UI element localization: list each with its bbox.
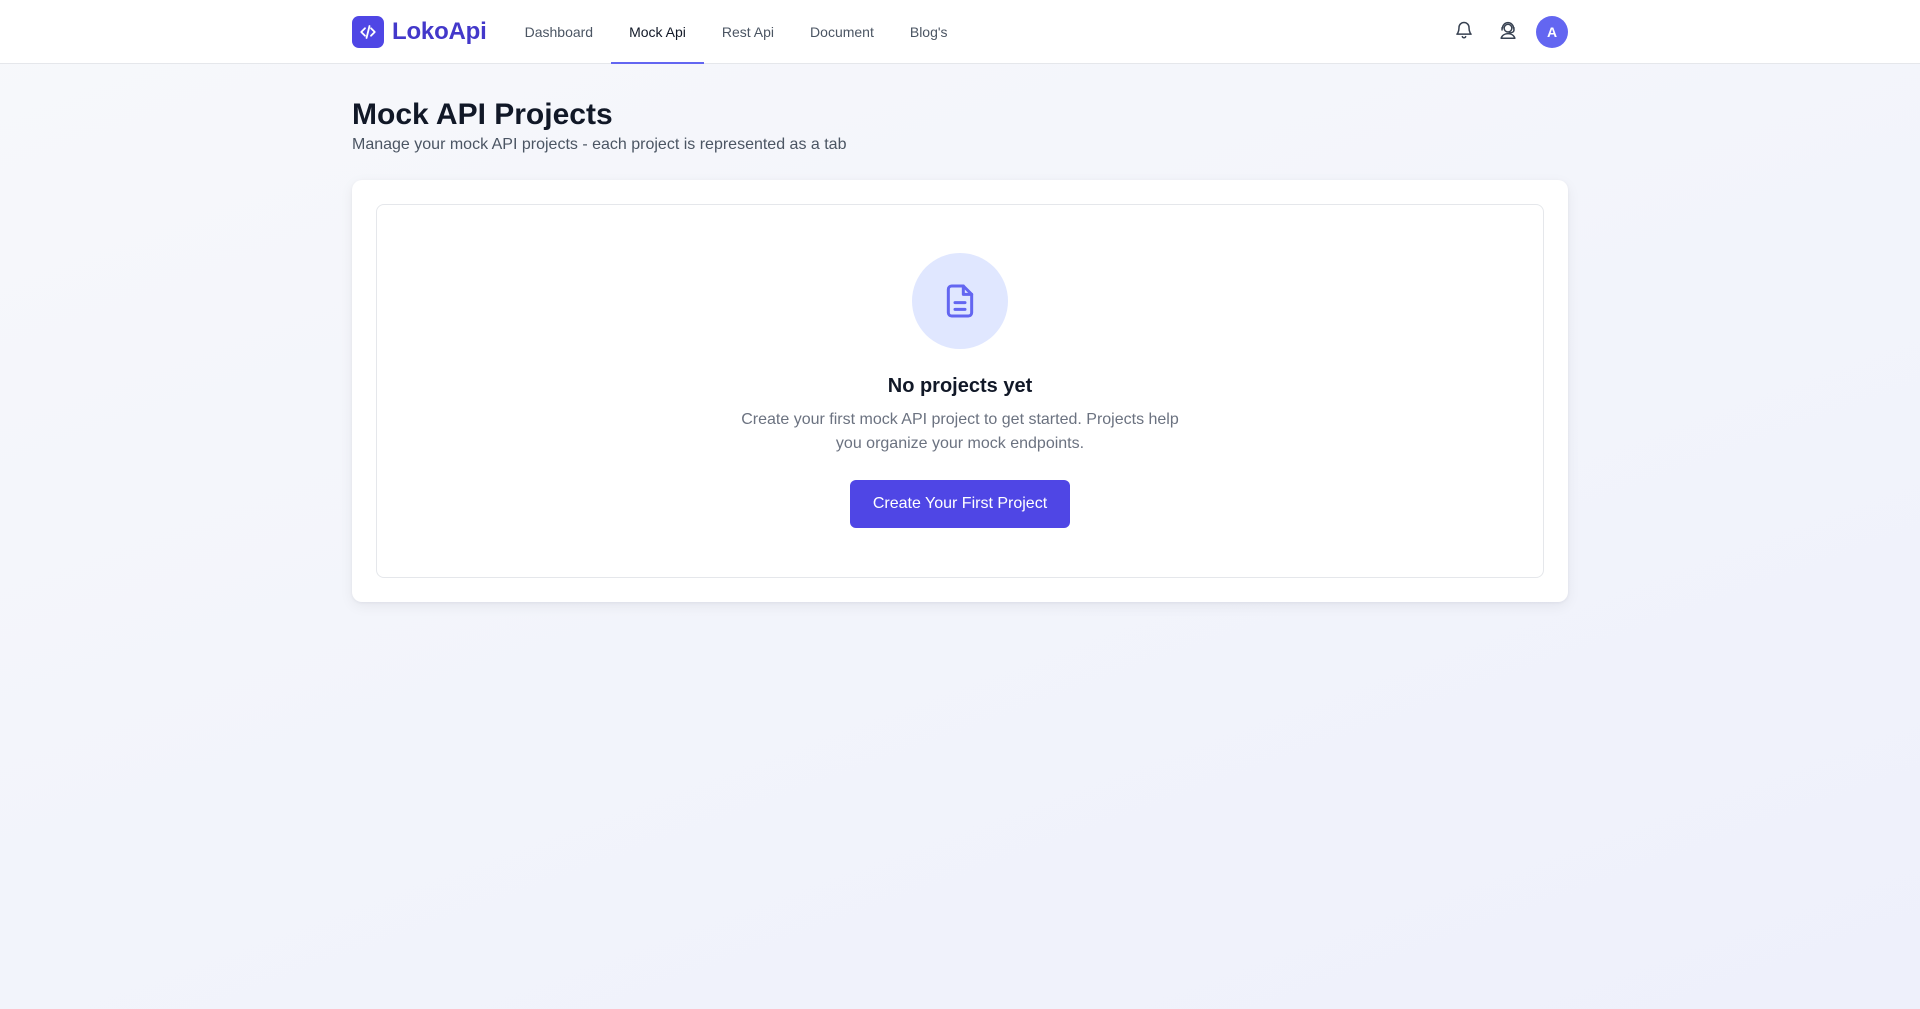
support-button[interactable]	[1492, 16, 1524, 48]
notifications-button[interactable]	[1448, 16, 1480, 48]
user-avatar[interactable]: A	[1536, 16, 1568, 48]
page-title: Mock API Projects	[352, 98, 613, 131]
top-navigation-bar: LokoApi Dashboard Mock Api Rest Api Docu…	[0, 0, 1920, 64]
nav-item-document[interactable]: Document	[792, 0, 892, 64]
brand-name: LokoApi	[392, 18, 487, 45]
nav-item-blogs[interactable]: Blog's	[892, 0, 966, 64]
create-first-project-button[interactable]: Create Your First Project	[849, 480, 1071, 528]
empty-state: No projects yet Create your first mock A…	[376, 204, 1544, 578]
code-icon	[352, 16, 384, 48]
support-agent-icon	[1497, 19, 1519, 46]
nav-item-dashboard[interactable]: Dashboard	[507, 0, 612, 64]
bell-icon	[1454, 20, 1474, 45]
projects-card: No projects yet Create your first mock A…	[352, 180, 1568, 602]
document-icon	[912, 253, 1008, 349]
empty-state-title: No projects yet	[887, 375, 1033, 397]
main-nav: Dashboard Mock Api Rest Api Document Blo…	[507, 0, 966, 64]
brand-logo[interactable]: LokoApi	[352, 16, 487, 48]
nav-item-mock-api[interactable]: Mock Api	[611, 0, 704, 64]
empty-state-description: Create your first mock API project to ge…	[741, 411, 1179, 452]
top-navigation-inner: LokoApi Dashboard Mock Api Rest Api Docu…	[352, 0, 1568, 64]
page-header: Mock API Projects Manage your mock API p…	[352, 96, 1568, 154]
header-actions: A	[1436, 16, 1568, 48]
nav-item-rest-api[interactable]: Rest Api	[704, 0, 792, 64]
page-subtitle: Manage your mock API projects - each pro…	[352, 136, 847, 153]
